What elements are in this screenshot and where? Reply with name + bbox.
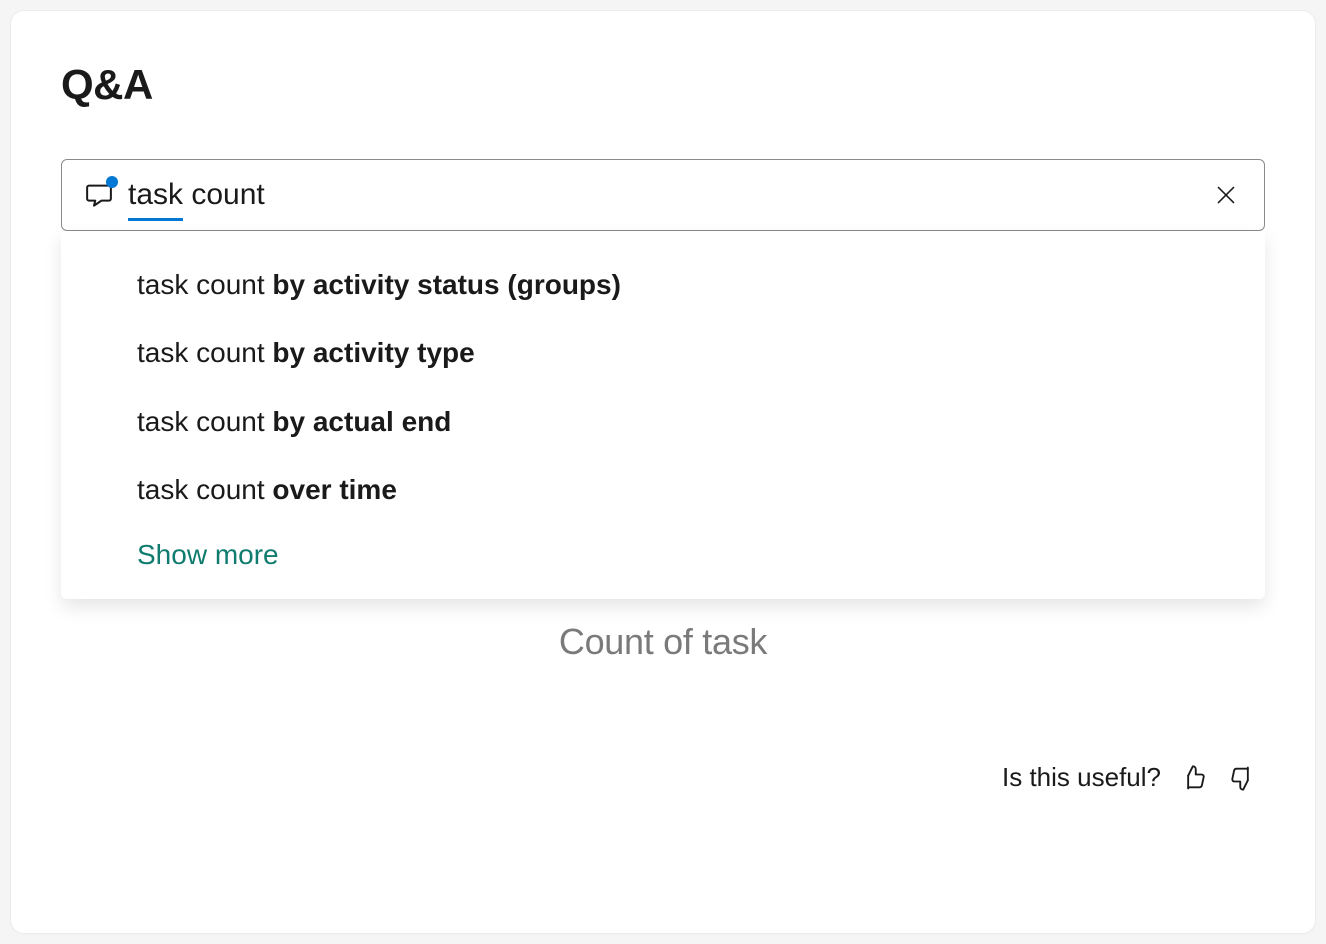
thumbs-up-button[interactable] <box>1179 763 1209 793</box>
suggestion-dropdown: task count by activity status (groups) t… <box>61 231 1265 599</box>
chat-notification-dot-icon <box>106 176 118 188</box>
query-input-box[interactable] <box>61 159 1265 231</box>
qna-card: Q&A task count by activity status (group… <box>10 10 1316 934</box>
query-underline <box>128 218 183 221</box>
suggestion-item[interactable]: task count by activity type <box>61 319 1265 387</box>
suggestion-item[interactable]: task count by actual end <box>61 388 1265 456</box>
suggestion-prefix: task count <box>137 406 272 437</box>
chat-bubble-icon <box>84 180 114 210</box>
query-input-wrap: task count by activity status (groups) t… <box>61 159 1265 231</box>
suggestion-item[interactable]: task count over time <box>61 456 1265 524</box>
feedback-bar: Is this useful? <box>1002 762 1257 793</box>
suggestion-bold: by activity type <box>272 337 474 368</box>
qna-title: Q&A <box>61 61 1265 109</box>
suggestion-bold: by activity status (groups) <box>272 269 621 300</box>
thumbs-down-icon <box>1228 764 1256 792</box>
show-more-link[interactable]: Show more <box>61 525 1265 575</box>
suggestion-prefix: task count <box>137 474 272 505</box>
suggestion-prefix: task count <box>137 269 272 300</box>
feedback-prompt: Is this useful? <box>1002 762 1161 793</box>
suggestion-prefix: task count <box>137 337 272 368</box>
suggestion-bold: by actual end <box>272 406 451 437</box>
result-title: Count of task <box>11 621 1315 663</box>
suggestion-item[interactable]: task count by activity status (groups) <box>61 251 1265 319</box>
clear-query-button[interactable] <box>1208 177 1244 213</box>
thumbs-down-button[interactable] <box>1227 763 1257 793</box>
query-input[interactable] <box>128 178 1208 212</box>
suggestion-bold: over time <box>272 474 397 505</box>
close-icon <box>1213 182 1239 208</box>
thumbs-up-icon <box>1180 764 1208 792</box>
